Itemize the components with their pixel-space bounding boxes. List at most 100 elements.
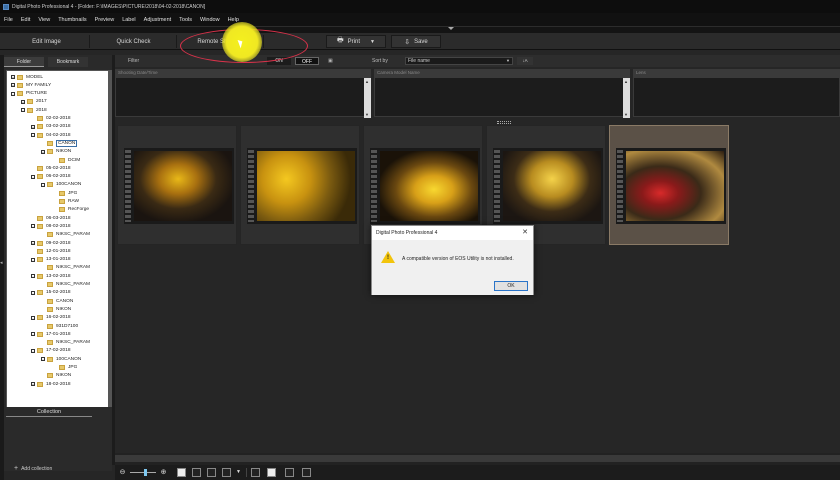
- tree-item[interactable]: NIKSC_PARAM: [41, 281, 90, 289]
- expand-icon[interactable]: +: [41, 149, 45, 154]
- collapse-icon[interactable]: -: [21, 108, 25, 113]
- thumbnail-cell[interactable]: [240, 125, 360, 245]
- tree-item[interactable]: JPG: [53, 364, 77, 372]
- tree-item[interactable]: JPG: [53, 189, 77, 197]
- collapse-icon[interactable]: -: [41, 182, 45, 187]
- tree-item[interactable]: +09-02-2018: [31, 239, 71, 247]
- filter-on-toggle[interactable]: ON: [267, 57, 291, 65]
- tree-item[interactable]: CANON: [41, 139, 78, 147]
- tree-item[interactable]: RecForge: [53, 206, 89, 214]
- tree-item[interactable]: 06-03-2018: [31, 214, 71, 222]
- photo-image[interactable]: [380, 151, 478, 221]
- tree-item[interactable]: 931D7100: [41, 322, 78, 330]
- single-view-icon[interactable]: [267, 468, 276, 477]
- info-view-icon[interactable]: [251, 468, 260, 477]
- collapse-icon[interactable]: -: [31, 133, 35, 138]
- menu-item-edit[interactable]: Edit: [21, 17, 30, 23]
- tree-item[interactable]: NIKSC_PARAM: [41, 264, 90, 272]
- filter-column-scrollbar[interactable]: ▲ ▼: [364, 78, 371, 118]
- menu-item-adjustment[interactable]: Adjustment: [144, 17, 172, 23]
- scroll-up-icon[interactable]: ▲: [624, 79, 628, 84]
- zoom-out-icon[interactable]: ⊖: [118, 468, 127, 477]
- expand-icon[interactable]: +: [31, 124, 35, 129]
- filter-column-header[interactable]: Camera Model Name: [374, 69, 630, 77]
- grid-view-icon[interactable]: [285, 468, 294, 477]
- photo-image[interactable]: [134, 151, 232, 221]
- expand-icon[interactable]: +: [11, 75, 15, 79]
- photo-image[interactable]: [626, 151, 724, 221]
- tree-item[interactable]: - 100CANON: [41, 181, 81, 189]
- filter-column-list[interactable]: [633, 77, 840, 117]
- tree-item[interactable]: RAW: [53, 198, 79, 206]
- tree-item[interactable]: DCIM: [53, 156, 80, 164]
- close-icon[interactable]: ✕: [522, 228, 528, 236]
- collapse-icon[interactable]: -: [31, 348, 35, 353]
- ok-button[interactable]: OK: [494, 281, 528, 291]
- collapse-icon[interactable]: -: [31, 174, 35, 179]
- collapse-icon[interactable]: -: [11, 91, 15, 96]
- edit-image-button[interactable]: Edit Image: [4, 35, 90, 48]
- tree-item[interactable]: NIKSC_PARAM: [41, 339, 90, 347]
- large-thumbnail-view-icon[interactable]: [177, 468, 186, 477]
- collapse-icon[interactable]: -: [31, 315, 35, 320]
- menu-item-thumbnails[interactable]: Thumbnails: [58, 17, 86, 23]
- tree-item[interactable]: 05-02-2018: [31, 164, 71, 172]
- collapse-left-icon[interactable]: ◂: [0, 260, 3, 266]
- filter-column-header[interactable]: Lens: [633, 69, 840, 77]
- tree-item[interactable]: - 17-01-2018: [31, 330, 71, 338]
- tree-item[interactable]: - 15-02-2018: [31, 289, 71, 297]
- tree-item[interactable]: - 13-01-2018: [31, 256, 71, 264]
- slider-knob[interactable]: [144, 469, 147, 476]
- collapse-icon[interactable]: -: [31, 332, 35, 337]
- collection-title[interactable]: Collection: [6, 407, 92, 417]
- tree-item[interactable]: NIKON: [41, 372, 71, 380]
- print-button[interactable]: 🖶 Print ▼: [326, 35, 386, 48]
- filter-off-toggle[interactable]: OFF: [295, 57, 319, 65]
- expand-icon[interactable]: +: [21, 99, 25, 104]
- tree-item[interactable]: 02-02-2018: [31, 115, 71, 123]
- chevron-down-icon[interactable]: ▼: [370, 39, 375, 45]
- tree-item[interactable]: 12-01-2018: [31, 247, 71, 255]
- scroll-up-icon[interactable]: ▲: [365, 79, 369, 84]
- tree-item[interactable]: - 16-02-2018: [31, 314, 71, 322]
- medium-thumbnail-view-icon[interactable]: [192, 468, 201, 477]
- tree-item[interactable]: +2017: [21, 98, 47, 106]
- collapse-icon[interactable]: -: [31, 257, 35, 262]
- quick-check-button[interactable]: Quick Check: [91, 35, 177, 48]
- menu-item-preview[interactable]: Preview: [95, 17, 115, 23]
- small-thumbnail-view-icon[interactable]: [207, 468, 216, 477]
- collapse-icon[interactable]: -: [31, 274, 35, 279]
- thumbnail-cell[interactable]: [609, 125, 729, 245]
- tree-item[interactable]: CANON: [41, 297, 73, 305]
- tree-item[interactable]: NIKSC_PARAM: [41, 231, 90, 239]
- chevron-down-icon[interactable]: ▼: [234, 468, 243, 477]
- tree-item[interactable]: - 17-02-2018: [31, 347, 71, 355]
- collapse-icon[interactable]: -: [31, 224, 35, 229]
- thumbnail-cell[interactable]: [117, 125, 237, 245]
- filter-column-header[interactable]: Shooting Date/Time: [115, 69, 371, 77]
- filter-options-icon[interactable]: ▣: [328, 58, 333, 64]
- photo-image[interactable]: [503, 151, 601, 221]
- tab-folder[interactable]: Folder: [4, 57, 44, 67]
- photo-image[interactable]: [257, 151, 355, 221]
- resize-grip[interactable]: [497, 121, 511, 124]
- tree-item[interactable]: - 2018: [21, 106, 47, 114]
- horizontal-scrollbar[interactable]: [115, 455, 840, 462]
- expand-icon[interactable]: +: [11, 83, 15, 88]
- thumbnail-size-slider[interactable]: [130, 472, 156, 473]
- scroll-down-icon[interactable]: ▼: [365, 112, 369, 117]
- tree-item[interactable]: +18-02-2018: [31, 380, 71, 388]
- tab-bookmark[interactable]: Bookmark: [48, 57, 88, 67]
- tree-item[interactable]: +03-02-2018: [31, 123, 71, 131]
- sort-order-az-button[interactable]: ↓A: [517, 57, 533, 65]
- menu-item-help[interactable]: Help: [228, 17, 239, 23]
- tree-item[interactable]: + MODEL: [11, 73, 43, 81]
- menu-item-file[interactable]: File: [4, 17, 13, 23]
- menu-item-tools[interactable]: Tools: [179, 17, 192, 23]
- scroll-down-icon[interactable]: ▼: [624, 112, 628, 117]
- compare-view-icon[interactable]: [302, 468, 311, 477]
- menu-item-view[interactable]: View: [38, 17, 50, 23]
- remote-shooting-button[interactable]: Remote Shooting: [178, 35, 264, 48]
- expand-icon[interactable]: +: [31, 241, 35, 245]
- add-collection-button[interactable]: + Add collection: [14, 465, 52, 472]
